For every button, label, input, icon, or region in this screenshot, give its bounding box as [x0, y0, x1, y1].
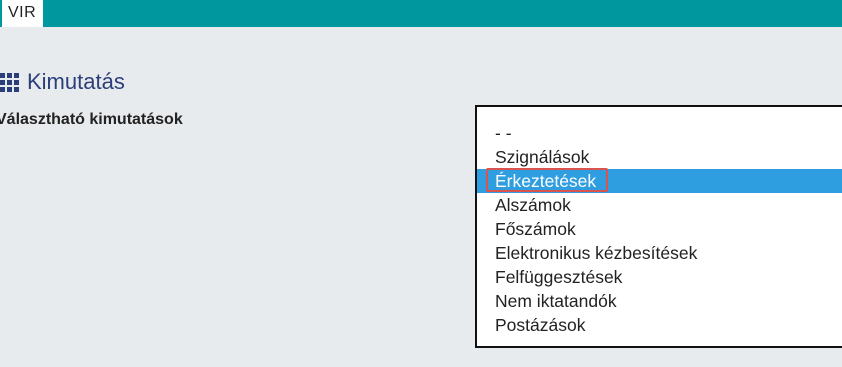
- report-option-label: Főszámok: [495, 219, 576, 239]
- report-option[interactable]: Alszámok: [477, 193, 842, 217]
- report-option-label: Elektronikus kézbesítések: [495, 243, 698, 263]
- report-option[interactable]: Szignálások: [477, 145, 842, 169]
- page-title-text: Kimutatás: [27, 69, 125, 94]
- report-option[interactable]: Elektronikus kézbesítések: [477, 241, 842, 265]
- report-option-label: - -: [495, 123, 512, 143]
- report-listbox[interactable]: - - Szignálások Érkeztetések Alszámok Főszám…: [475, 105, 842, 348]
- report-option[interactable]: Nem iktatandók: [477, 289, 842, 313]
- report-option[interactable]: Érkeztetések: [477, 168, 842, 193]
- app-tab[interactable]: VIR: [2, 0, 43, 27]
- report-option-label: Szignálások: [495, 147, 590, 167]
- report-option-label: Alszámok: [495, 195, 571, 215]
- reports-label: Választható kimutatások: [0, 111, 183, 128]
- report-option-label: Nem iktatandók: [495, 291, 617, 311]
- selection-highlight-box: [486, 168, 608, 192]
- grid-icon: [0, 72, 19, 92]
- report-option[interactable]: Postázások: [477, 313, 842, 337]
- top-bar: VIR: [0, 0, 842, 27]
- report-option[interactable]: - -: [477, 121, 842, 145]
- report-option-label: Postázások: [495, 315, 586, 335]
- report-option[interactable]: Felfüggesztések: [477, 265, 842, 289]
- page-title: Kimutatás: [0, 67, 125, 97]
- report-option-label: Felfüggesztések: [495, 267, 623, 287]
- report-option[interactable]: Főszámok: [477, 217, 842, 241]
